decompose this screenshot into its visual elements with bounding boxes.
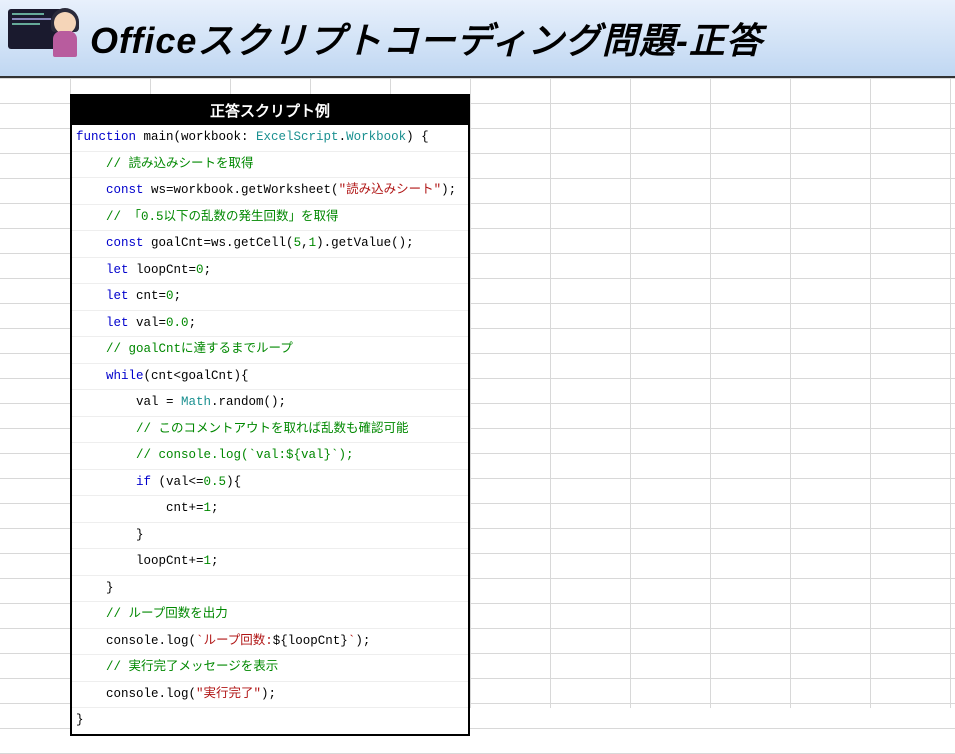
- code-panel-title: 正答スクリプト例: [72, 96, 468, 125]
- code-line: val = Math.random();: [72, 390, 468, 417]
- code-body: function main(workbook: ExcelScript.Work…: [72, 125, 468, 734]
- page-title: Officeスクリプトコーディング問題-正答: [90, 12, 763, 64]
- code-line: // 「0.5以下の乱数の発生回数」を取得: [72, 205, 468, 232]
- code-line: while(cnt<goalCnt){: [72, 364, 468, 391]
- code-line: // このコメントアウトを取れば乱数も確認可能: [72, 417, 468, 444]
- code-line: console.log(`ループ回数:${loopCnt}`);: [72, 629, 468, 656]
- code-line: // console.log(`val:${val}`);: [72, 443, 468, 470]
- code-line: let loopCnt=0;: [72, 258, 468, 285]
- code-line: // goalCntに達するまでループ: [72, 337, 468, 364]
- code-line: }: [72, 576, 468, 603]
- code-line: cnt+=1;: [72, 496, 468, 523]
- person-icon: [46, 7, 80, 63]
- code-line: console.log("実行完了");: [72, 682, 468, 709]
- page-header: Officeスクリプトコーディング問題-正答: [0, 0, 955, 78]
- code-line: }: [72, 708, 468, 734]
- code-line: let val=0.0;: [72, 311, 468, 338]
- code-line: const goalCnt=ws.getCell(5,1).getValue()…: [72, 231, 468, 258]
- code-panel: 正答スクリプト例 function main(workbook: ExcelSc…: [70, 94, 470, 736]
- code-line: // 実行完了メッセージを表示: [72, 655, 468, 682]
- header-illustration: [8, 7, 80, 69]
- code-line: // ループ回数を出力: [72, 602, 468, 629]
- code-line: let cnt=0;: [72, 284, 468, 311]
- code-line: }: [72, 523, 468, 550]
- code-line: if (val<=0.5){: [72, 470, 468, 497]
- code-line: loopCnt+=1;: [72, 549, 468, 576]
- code-line: const ws=workbook.getWorksheet("読み込みシート"…: [72, 178, 468, 205]
- code-line: function main(workbook: ExcelScript.Work…: [72, 125, 468, 152]
- code-line: // 読み込みシートを取得: [72, 152, 468, 179]
